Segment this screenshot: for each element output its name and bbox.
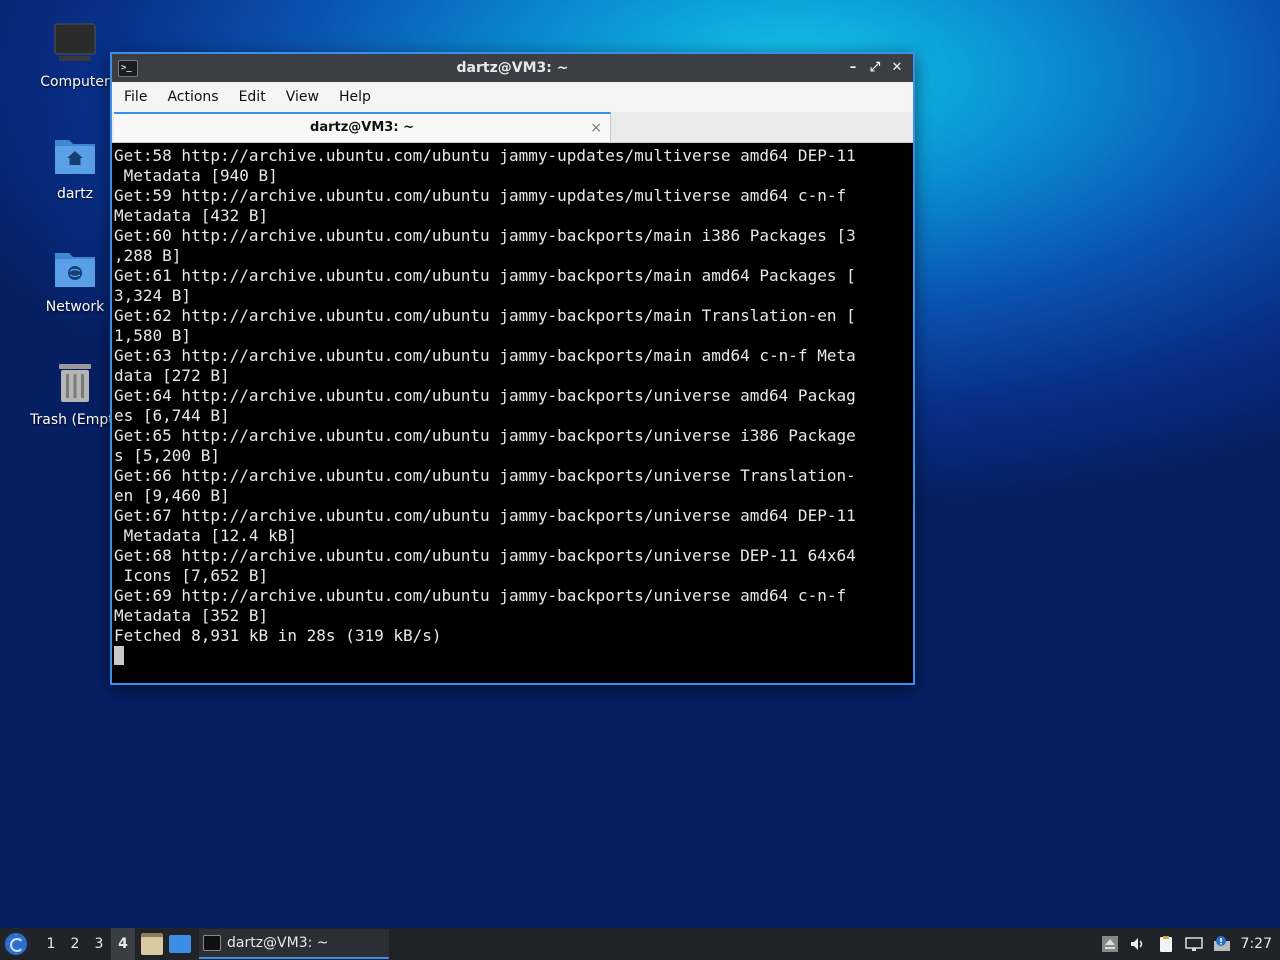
show-desktop-icon[interactable] [169,935,191,953]
system-tray: 7:27 [1101,928,1280,960]
close-button[interactable]: ✕ [887,58,907,78]
terminal-line: data [272 B] [114,366,230,385]
terminal-line: Get:65 http://archive.ubuntu.com/ubuntu … [114,426,856,445]
tab-terminal[interactable]: dartz@VM3: ~ × [114,112,611,142]
workspace-2[interactable]: 2 [63,928,87,960]
terminal-line: Get:66 http://archive.ubuntu.com/ubuntu … [114,466,856,485]
terminal-line: Metadata [352 B] [114,606,269,625]
terminal-line: 1,580 B] [114,326,192,345]
eject-icon[interactable] [1101,935,1119,953]
workspace-1[interactable]: 1 [39,928,63,960]
task-label: dartz@VM3: ~ [227,935,329,951]
taskbar-task-terminal[interactable]: dartz@VM3: ~ [199,929,389,959]
terminal-line: Get:63 http://archive.ubuntu.com/ubuntu … [114,346,856,365]
tab-close-icon[interactable]: × [590,114,602,142]
window-controls: – ⤢ ✕ [841,54,907,82]
desktop-icon-label: Trash (Empty) [30,412,120,428]
maximize-button[interactable]: ⤢ [865,58,885,78]
volume-icon[interactable] [1129,935,1147,953]
update-notifier-icon[interactable] [1213,935,1231,953]
terminal-cursor [114,646,124,665]
terminal-line: Get:64 http://archive.ubuntu.com/ubuntu … [114,386,856,405]
terminal-line: Get:61 http://archive.ubuntu.com/ubuntu … [114,266,856,285]
home-folder-icon [51,132,99,180]
terminal-line: Metadata [432 B] [114,206,269,225]
window-titlebar[interactable]: dartz@VM3: ~ – ⤢ ✕ [112,54,913,82]
terminal-line: Fetched 8,931 kB in 28s (319 kB/s) [114,626,442,645]
menu-edit[interactable]: Edit [229,82,276,112]
desktop-icon-label: Network [45,299,105,315]
clipboard-icon[interactable] [1157,935,1175,953]
start-menu-icon[interactable] [5,933,27,955]
terminal-line: s [5,200 B] [114,446,220,465]
terminal-line: Get:58 http://archive.ubuntu.com/ubuntu … [114,146,856,165]
workspace-4[interactable]: 4 [111,928,135,960]
terminal-line: Metadata [940 B] [114,166,278,185]
tab-bar: dartz@VM3: ~ × [112,112,913,143]
network-status-icon[interactable] [1184,935,1203,953]
terminal-prompt-line [114,646,913,666]
taskbar: 1 2 3 4 dartz@VM3: ~ 7:27 [0,928,1280,960]
minimize-button[interactable]: – [843,58,863,78]
terminal-line: Get:60 http://archive.ubuntu.com/ubuntu … [114,226,856,245]
menu-help[interactable]: Help [329,82,381,112]
terminal-line: Get:59 http://archive.ubuntu.com/ubuntu … [114,186,847,205]
file-manager-icon[interactable] [141,933,163,955]
terminal-line: ,288 B] [114,246,182,265]
tab-label: dartz@VM3: ~ [310,120,414,135]
terminal-line: Get:69 http://archive.ubuntu.com/ubuntu … [114,586,847,605]
terminal-line: 3,324 B] [114,286,192,305]
terminal-output[interactable]: Get:58 http://archive.ubuntu.com/ubuntu … [114,146,913,683]
menu-view[interactable]: View [276,82,329,112]
computer-icon [51,20,99,68]
window-title: dartz@VM3: ~ [456,60,569,76]
terminal-line: Icons [7,652 B] [114,566,269,585]
menu-file[interactable]: File [114,82,157,112]
network-folder-icon [51,245,99,293]
terminal-window: dartz@VM3: ~ – ⤢ ✕ File Actions Edit Vie… [110,52,915,685]
terminal-line: Get:68 http://archive.ubuntu.com/ubuntu … [114,546,856,565]
terminal-line: Get:67 http://archive.ubuntu.com/ubuntu … [114,506,856,525]
terminal-line: en [9,460 B] [114,486,230,505]
workspace-3[interactable]: 3 [87,928,111,960]
desktop-icon-label: Computer [40,74,110,90]
terminal-line: es [6,744 B] [114,406,230,425]
desktop-icon-label: dartz [56,186,94,202]
trash-icon [51,358,99,406]
terminal-task-icon [203,935,221,951]
menu-actions[interactable]: Actions [157,82,228,112]
menubar: File Actions Edit View Help [112,82,913,112]
clock[interactable]: 7:27 [1241,936,1272,952]
terminal-app-icon[interactable] [118,54,138,82]
terminal-line: Get:62 http://archive.ubuntu.com/ubuntu … [114,306,856,325]
terminal-line: Metadata [12.4 kB] [114,526,298,545]
